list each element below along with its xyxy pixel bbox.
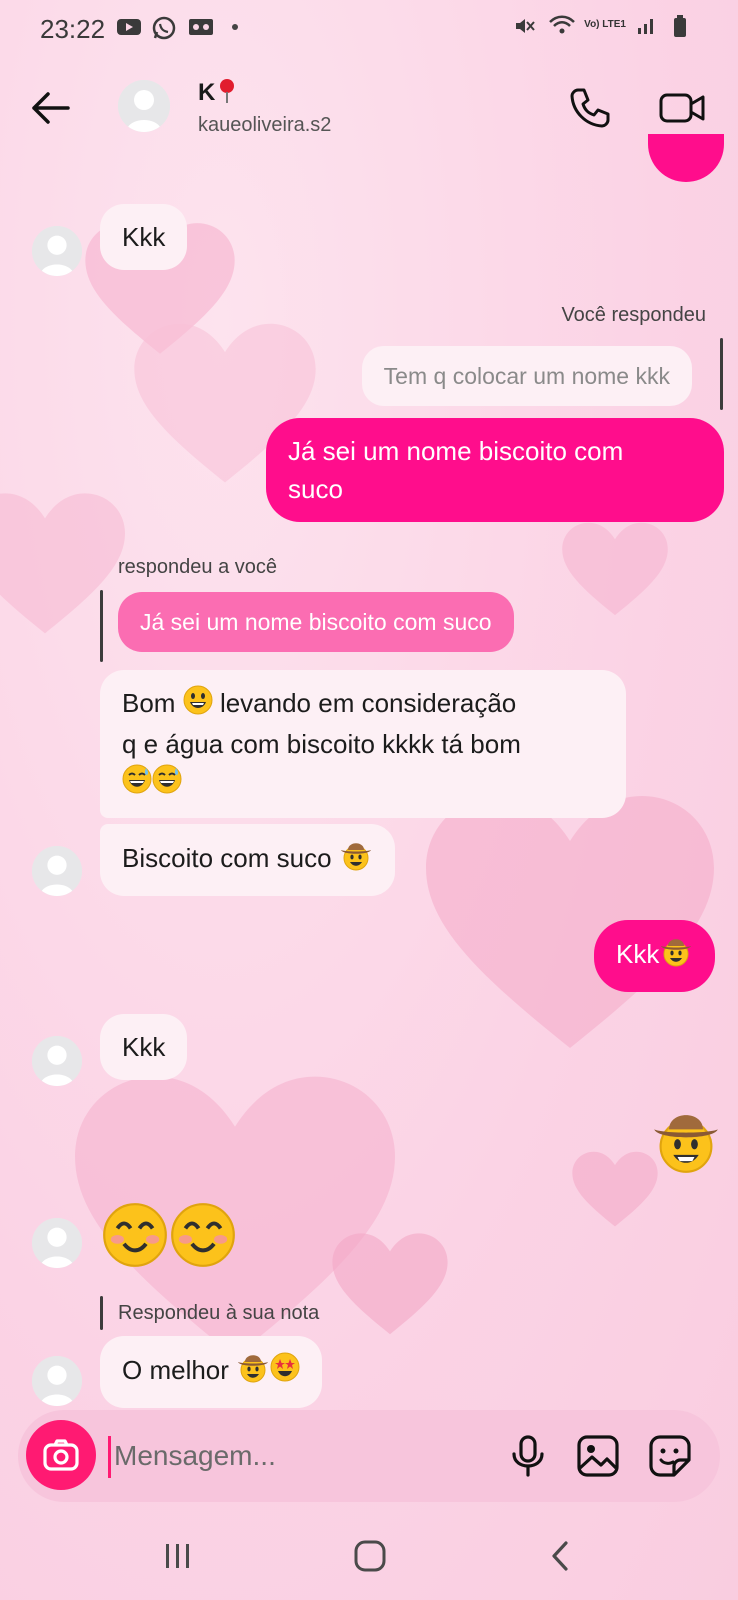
- sticker-icon[interactable]: [646, 1432, 694, 1480]
- message-text: levando em consideração: [219, 688, 517, 718]
- message-bubble-incoming[interactable]: Biscoito com suco: [100, 824, 395, 896]
- youtube-icon: [116, 16, 142, 38]
- quoted-text: Tem q colocar um nome kkk: [383, 363, 670, 389]
- wifi-icon: [548, 14, 576, 36]
- smiling-blush-emoji[interactable]: [170, 1202, 236, 1268]
- message-bubble-incoming[interactable]: Kkk: [100, 204, 188, 270]
- recent-apps-icon[interactable]: [160, 1540, 196, 1572]
- message-text: suco: [288, 474, 343, 504]
- message-text: Kkk: [122, 222, 166, 252]
- back-arrow-icon[interactable]: [28, 86, 72, 130]
- notification-dot-icon: [232, 24, 238, 30]
- battery-icon: [672, 14, 698, 37]
- home-icon[interactable]: [352, 1540, 388, 1572]
- quoted-message[interactable]: Tem q colocar um nome kkk: [361, 346, 692, 406]
- whatsapp-icon: [152, 16, 178, 40]
- message-text: Kkk: [122, 1032, 166, 1062]
- status-bar: 23:22 Vo) LTE1: [0, 0, 738, 56]
- message-bubble-partial: [648, 134, 724, 182]
- smiling-blush-emoji[interactable]: [102, 1202, 168, 1268]
- grinning-emoji: [183, 685, 213, 725]
- microphone-icon[interactable]: [504, 1432, 552, 1480]
- message-bubble-outgoing[interactable]: Kkk: [594, 920, 716, 992]
- avatar[interactable]: [32, 846, 82, 896]
- pin-emoji-icon: [217, 78, 237, 104]
- message-input[interactable]: [114, 1430, 474, 1482]
- contact-avatar[interactable]: [118, 80, 170, 132]
- back-nav-icon[interactable]: [544, 1540, 580, 1572]
- contact-username[interactable]: kaueoliveira.s2: [198, 114, 331, 137]
- sweat-smile-emoji: [122, 764, 152, 804]
- camera-icon: [43, 1439, 79, 1471]
- chat-header: K kaueoliveira.s2: [0, 66, 738, 156]
- signal-icon: [636, 14, 662, 36]
- cowboy-emoji: [339, 838, 373, 882]
- reply-label: respondeu a você: [118, 556, 278, 578]
- cowboy-emoji: [659, 934, 693, 978]
- avatar[interactable]: [32, 1036, 82, 1086]
- message-text: Já sei um nome biscoito com: [288, 436, 624, 466]
- message-text: Bom: [122, 688, 176, 718]
- message-composer: [18, 1410, 720, 1502]
- avatar[interactable]: [32, 1218, 82, 1268]
- reply-label: Respondeu à sua nota: [118, 1302, 320, 1324]
- cowboy-emoji: [236, 1350, 270, 1394]
- network-label: Vo) LTE1: [584, 19, 626, 30]
- voicemail-icon: [188, 16, 214, 38]
- contact-name[interactable]: K: [198, 78, 237, 107]
- video-icon[interactable]: [658, 86, 706, 130]
- reply-bar: [100, 590, 103, 662]
- star-struck-emoji: [270, 1352, 300, 1392]
- phone-icon[interactable]: [568, 86, 612, 130]
- message-bubble-incoming[interactable]: O melhor: [100, 1336, 323, 1408]
- message-bubble-incoming[interactable]: Kkk: [100, 1014, 188, 1080]
- reply-bar: [100, 1296, 103, 1330]
- message-text: Kkk: [616, 938, 660, 969]
- message-text: q e água com biscoito kkkk tá bom: [122, 729, 521, 760]
- message-text: O melhor: [122, 1354, 229, 1385]
- message-bubble-outgoing[interactable]: Já sei um nome biscoito com suco: [266, 418, 724, 522]
- system-nav-bar: [0, 1512, 738, 1600]
- reply-bar: [720, 338, 723, 410]
- cowboy-emoji[interactable]: [650, 1104, 722, 1176]
- reply-label: Você respondeu: [561, 304, 706, 326]
- sweat-smile-emoji: [152, 764, 182, 804]
- quoted-message[interactable]: Já sei um nome biscoito com suco: [118, 592, 514, 652]
- message-bubble-incoming[interactable]: Bom levando em consideração q e água com…: [100, 670, 626, 819]
- text-caret: [108, 1436, 111, 1478]
- avatar[interactable]: [32, 226, 82, 276]
- camera-button[interactable]: [26, 1420, 96, 1490]
- status-time: 23:22: [40, 14, 106, 44]
- message-text: Biscoito com suco: [122, 842, 332, 873]
- gallery-icon[interactable]: [574, 1432, 622, 1480]
- mute-icon: [512, 14, 538, 36]
- avatar[interactable]: [32, 1356, 82, 1406]
- quoted-text: Já sei um nome biscoito com suco: [140, 609, 492, 635]
